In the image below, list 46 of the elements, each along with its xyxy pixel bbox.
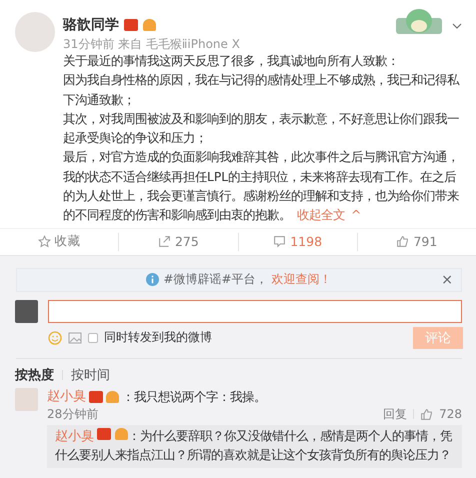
commenter-avatar[interactable] — [15, 388, 38, 411]
commenter-name[interactable]: 赵小臭 — [47, 388, 86, 406]
reply-text: 赵小臭 ：为什么要辞职？你又没做错什么，感情是两个人的事情，凭什么要别人来指点江山？所谓的喜欢就是让这个女孩背负所有的舆论压力？ — [55, 426, 453, 464]
close-button[interactable]: × — [441, 272, 453, 288]
comment-input[interactable] — [48, 300, 462, 323]
commenter-name[interactable]: 赵小臭 — [55, 428, 94, 444]
like-count: 728 — [439, 407, 462, 422]
comment-button[interactable]: 1198 — [238, 232, 358, 251]
user-avatar — [15, 300, 38, 323]
emoji-icon[interactable] — [48, 330, 62, 345]
collapse-link[interactable]: 收起全文 — [297, 208, 345, 222]
chevron-down-icon[interactable] — [452, 22, 462, 30]
collapse-arrow[interactable]: ^ — [351, 208, 362, 222]
comment-text: ：我只想说两个字：我操。 — [122, 388, 266, 406]
verified-icon — [89, 390, 103, 403]
post-text: 关于最近的事情我这两天反思了很多，我真诚地向所有人致歉： — [63, 53, 400, 70]
star-icon — [38, 235, 51, 248]
notice-text: #微博辟谣#平台， — [163, 271, 268, 288]
verified-icon — [97, 428, 111, 440]
thumbs-up-icon — [420, 408, 434, 421]
share-icon — [158, 235, 171, 248]
sort-tab[interactable]: 按热度 — [15, 366, 54, 384]
comment-icon — [273, 235, 286, 248]
image-icon[interactable] — [68, 332, 82, 344]
repost-label: 同时转发到我的微博 — [104, 329, 212, 346]
thumbs-up-icon — [396, 235, 410, 248]
verified-icon — [124, 19, 138, 31]
member-icon — [106, 390, 119, 403]
repost-checkbox[interactable] — [88, 332, 98, 343]
like-button[interactable]: 791 — [358, 232, 476, 251]
favorite-button[interactable]: 收藏 — [0, 232, 120, 251]
notice-link[interactable]: 欢迎查阅！ — [272, 271, 332, 288]
comment-time: 28分钟前 — [47, 406, 98, 423]
post-text: 因为我自身性格的原因，我在与记得的感情处理上不够成熟，我已和记得私下沟通致歉； — [63, 72, 460, 109]
member-icon — [143, 19, 156, 31]
reply-button[interactable]: 回复 — [383, 406, 408, 423]
sort-tab[interactable]: 按时间 — [71, 366, 110, 384]
info-icon — [146, 273, 160, 286]
avatar[interactable] — [15, 12, 55, 52]
frog-sticker-icon — [394, 6, 444, 36]
post-text: 其次，对我周围被波及和影响到的朋友，表示歉意，不好意思让你们跟我一起承受舆论的争议和压力； — [63, 110, 460, 148]
member-icon — [114, 428, 128, 440]
post-meta: 31分钟前 来自 毛毛猴ⅱiPhone X — [63, 36, 241, 52]
post-text: 最后，对官方造成的负面影响我难辞其咎，此次事件之后与腾讯官方沟通，我的状态不适合继续再担任LPL的主持职位，未来将辞去现有工作。在之后的为人处世上，我会更谨言慎行。感谢粉丝的理解和支持，也为给你们带来的不同程度的伤害和影响感到由衷的抱歉。 收起全文 ^ — [63, 149, 460, 224]
author-name[interactable]: 骆歆同学 — [63, 16, 119, 34]
repost-button[interactable]: 275 — [119, 232, 238, 251]
